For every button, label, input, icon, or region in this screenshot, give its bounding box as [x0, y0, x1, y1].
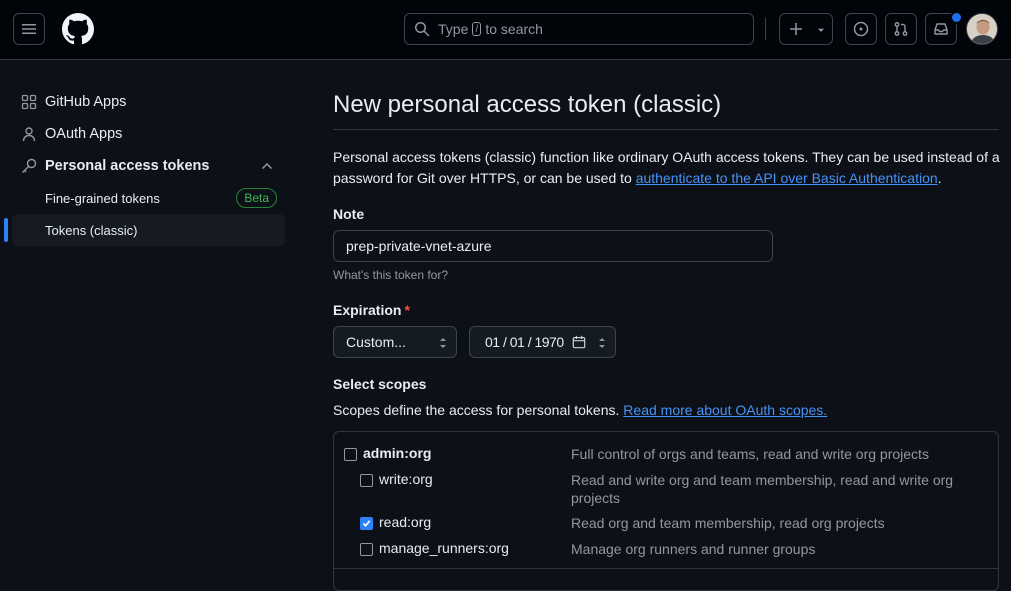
expiration-selected-value: Custom... — [346, 334, 406, 350]
expiration-date-value: 01 / 01 / 1970 — [485, 334, 564, 350]
required-marker: * — [404, 302, 410, 318]
menu-icon — [22, 24, 36, 34]
header-divider — [765, 18, 766, 40]
scope-name: manage_runners:org — [379, 540, 509, 556]
pull-requests-icon — [894, 22, 908, 36]
apps-grid-icon — [21, 94, 37, 110]
sidebar-item-label: Personal access tokens — [45, 158, 210, 174]
sidebar-item-tokens-classic[interactable]: Tokens (classic) — [4, 214, 285, 246]
scope-description: Manage org runners and runner groups — [571, 541, 816, 557]
expiration-label: Expiration * — [333, 302, 410, 318]
issues-icon — [853, 21, 869, 37]
page-description: Personal access tokens (classic) functio… — [333, 147, 1003, 189]
date-stepper-icon[interactable] — [597, 335, 607, 351]
search-shortcut-key: / — [472, 22, 482, 36]
note-field[interactable]: prep-private-vnet-azure — [333, 230, 773, 262]
sidebar-item-label: OAuth Apps — [45, 126, 123, 142]
scope-checkbox-admin-org[interactable] — [344, 448, 357, 461]
expiration-select[interactable]: Custom... — [333, 326, 457, 358]
scope-name: write:org — [379, 471, 433, 487]
expiration-date-field[interactable]: 01 / 01 / 1970 — [469, 326, 616, 358]
title-divider — [333, 129, 999, 130]
scope-description: Read org and team membership, read org p… — [571, 515, 885, 531]
github-logo-icon[interactable] — [62, 13, 94, 45]
key-icon — [22, 158, 37, 173]
inbox-icon — [934, 23, 948, 35]
plus-icon — [790, 23, 802, 35]
scope-name: admin:org — [363, 445, 432, 461]
menu-button[interactable] — [13, 13, 45, 45]
pull-requests-button[interactable] — [885, 13, 917, 45]
scopes-label: Select scopes — [333, 376, 427, 392]
scope-group-divider — [334, 568, 998, 569]
search-icon — [415, 22, 430, 37]
sidebar-item-label: Tokens (classic) — [45, 222, 138, 238]
select-arrows-icon — [440, 338, 446, 348]
search-input[interactable]: Type / to search — [404, 13, 754, 45]
issues-button[interactable] — [845, 13, 877, 45]
description-suffix: . — [937, 170, 942, 186]
settings-sidebar: GitHub Apps OAuth Apps Personal access t… — [0, 60, 300, 574]
search-placeholder-prefix: Type — [438, 21, 469, 37]
basic-auth-link[interactable]: authenticate to the API over Basic Authe… — [636, 170, 938, 186]
note-hint: What's this token for? — [333, 268, 449, 282]
chevron-up-icon[interactable] — [259, 158, 275, 174]
sidebar-item-oauth-apps[interactable]: OAuth Apps — [12, 118, 285, 150]
page-title: New personal access token (classic) — [333, 91, 722, 118]
expiration-label-text: Expiration — [333, 302, 402, 318]
scope-description: Full control of orgs and teams, read and… — [571, 446, 929, 462]
scope-checkbox-read-org[interactable] — [360, 517, 373, 530]
notification-indicator — [950, 11, 963, 24]
sidebar-item-github-apps[interactable]: GitHub Apps — [12, 86, 285, 118]
scope-description: Read and write org and team membership, … — [571, 472, 954, 506]
scopes-description: Scopes define the access for personal to… — [333, 402, 827, 418]
chevron-down-icon — [817, 28, 825, 32]
scopes-description-text: Scopes define the access for personal to… — [333, 402, 620, 418]
create-new-button[interactable] — [779, 13, 833, 45]
avatar[interactable] — [966, 13, 998, 45]
sidebar-item-label: Fine-grained tokens — [45, 190, 160, 206]
search-placeholder-suffix: to search — [485, 21, 543, 37]
scope-checkbox-manage-runners-org[interactable] — [360, 543, 373, 556]
checkmark-icon — [362, 520, 371, 527]
sidebar-item-personal-access-tokens[interactable]: Personal access tokens — [12, 150, 285, 182]
scope-checkbox-write-org[interactable] — [360, 474, 373, 487]
beta-badge: Beta — [236, 188, 277, 208]
person-icon — [22, 127, 36, 142]
sidebar-item-fine-grained-tokens[interactable]: Fine-grained tokens Beta — [12, 182, 285, 214]
note-label: Note — [333, 206, 365, 222]
scopes-table: admin:org Full control of orgs and teams… — [333, 431, 999, 591]
calendar-icon[interactable] — [572, 335, 586, 349]
oauth-scopes-link[interactable]: Read more about OAuth scopes. — [623, 402, 827, 418]
scope-name: read:org — [379, 514, 432, 530]
global-header: Type / to search — [0, 0, 1011, 60]
sidebar-item-label: GitHub Apps — [45, 94, 127, 110]
